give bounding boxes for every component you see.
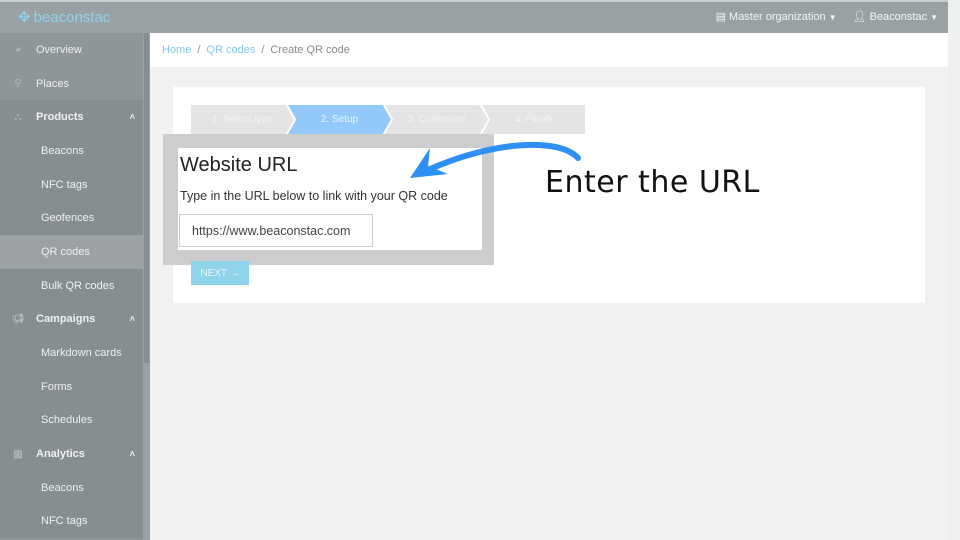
breadcrumb-current: Create QR code <box>270 44 350 56</box>
step-select-type[interactable]: 1. Select type <box>191 105 294 134</box>
sidebar-item-overview[interactable]: ◕ Overview <box>0 33 143 67</box>
sidebar-scrollbar[interactable] <box>143 33 150 540</box>
scrollbar-thumb[interactable] <box>144 33 149 363</box>
megaphone-icon: 📢︎ <box>11 313 25 325</box>
sidebar-item-markdown-cards[interactable]: Markdown cards <box>0 336 143 370</box>
sidebar-item-qr-codes[interactable]: QR codes <box>0 235 143 269</box>
map-pin-icon: ⚲ <box>14 78 22 90</box>
sidebar-item-places[interactable]: ⚲ Places <box>0 67 143 101</box>
sidebar-section-products[interactable]: ⛬ Products ˄ <box>0 100 143 135</box>
dashboard-icon: ◕ <box>14 44 22 56</box>
sidebar-section-analytics[interactable]: ▥ Analytics ˄ <box>0 437 143 471</box>
breadcrumb: Home / QR codes / Create QR code <box>150 33 948 67</box>
chevron-up-icon: ˄ <box>129 314 135 325</box>
sidebar-item-analytics-beacons[interactable]: Beacons <box>0 471 143 505</box>
logo[interactable]: ✥ beaconstac <box>18 8 110 27</box>
org-dropdown[interactable]: ▤ Master organization ▼ <box>716 10 837 23</box>
chevron-up-icon: ˄ <box>129 112 135 123</box>
building-icon: ▤ <box>715 11 730 23</box>
bar-chart-icon: ▥ <box>13 448 23 460</box>
next-button[interactable]: NEXT → <box>191 261 249 285</box>
caret-down-icon: ▼ <box>828 13 837 22</box>
step-setup[interactable]: 2. Setup <box>288 105 391 134</box>
form-title: Website URL <box>180 154 298 176</box>
top-bar: ✥ beaconstac ▤ Master organization ▼ 👤︎ Be… <box>0 0 948 33</box>
user-icon: 👤︎ <box>852 11 870 23</box>
sidebar: ◕ Overview ⚲ Places ⛬ Products ˄ Beacons NFC… <box>0 33 143 540</box>
chevron-up-icon: ˄ <box>129 449 135 460</box>
annotation-text: Enter the URL <box>545 165 760 200</box>
sitemap-icon: ⛬ <box>14 111 22 123</box>
breadcrumb-qr-codes[interactable]: QR codes <box>206 44 255 56</box>
sidebar-item-forms[interactable]: Forms <box>0 370 143 404</box>
right-gutter <box>948 0 960 540</box>
sidebar-item-schedules[interactable]: Schedules <box>0 404 143 438</box>
user-dropdown[interactable]: 👤︎ Beaconstac ▼ <box>853 10 938 23</box>
sidebar-item-beacons[interactable]: Beacons <box>0 134 143 168</box>
sidebar-section-campaigns[interactable]: 📢︎ Campaigns ˄ <box>0 302 143 337</box>
website-url-input[interactable] <box>179 214 373 247</box>
breadcrumb-home[interactable]: Home <box>162 44 191 56</box>
logo-icon: ✥ <box>18 9 31 26</box>
caret-down-icon: ▼ <box>930 13 938 22</box>
sidebar-item-nfc-tags[interactable]: NFC tags <box>0 168 143 202</box>
sidebar-item-bulk-qr-codes[interactable]: Bulk QR codes <box>0 269 143 303</box>
sidebar-item-analytics-nfc-tags[interactable]: NFC tags <box>0 505 143 539</box>
sidebar-item-geofences[interactable]: Geofences <box>0 201 143 235</box>
